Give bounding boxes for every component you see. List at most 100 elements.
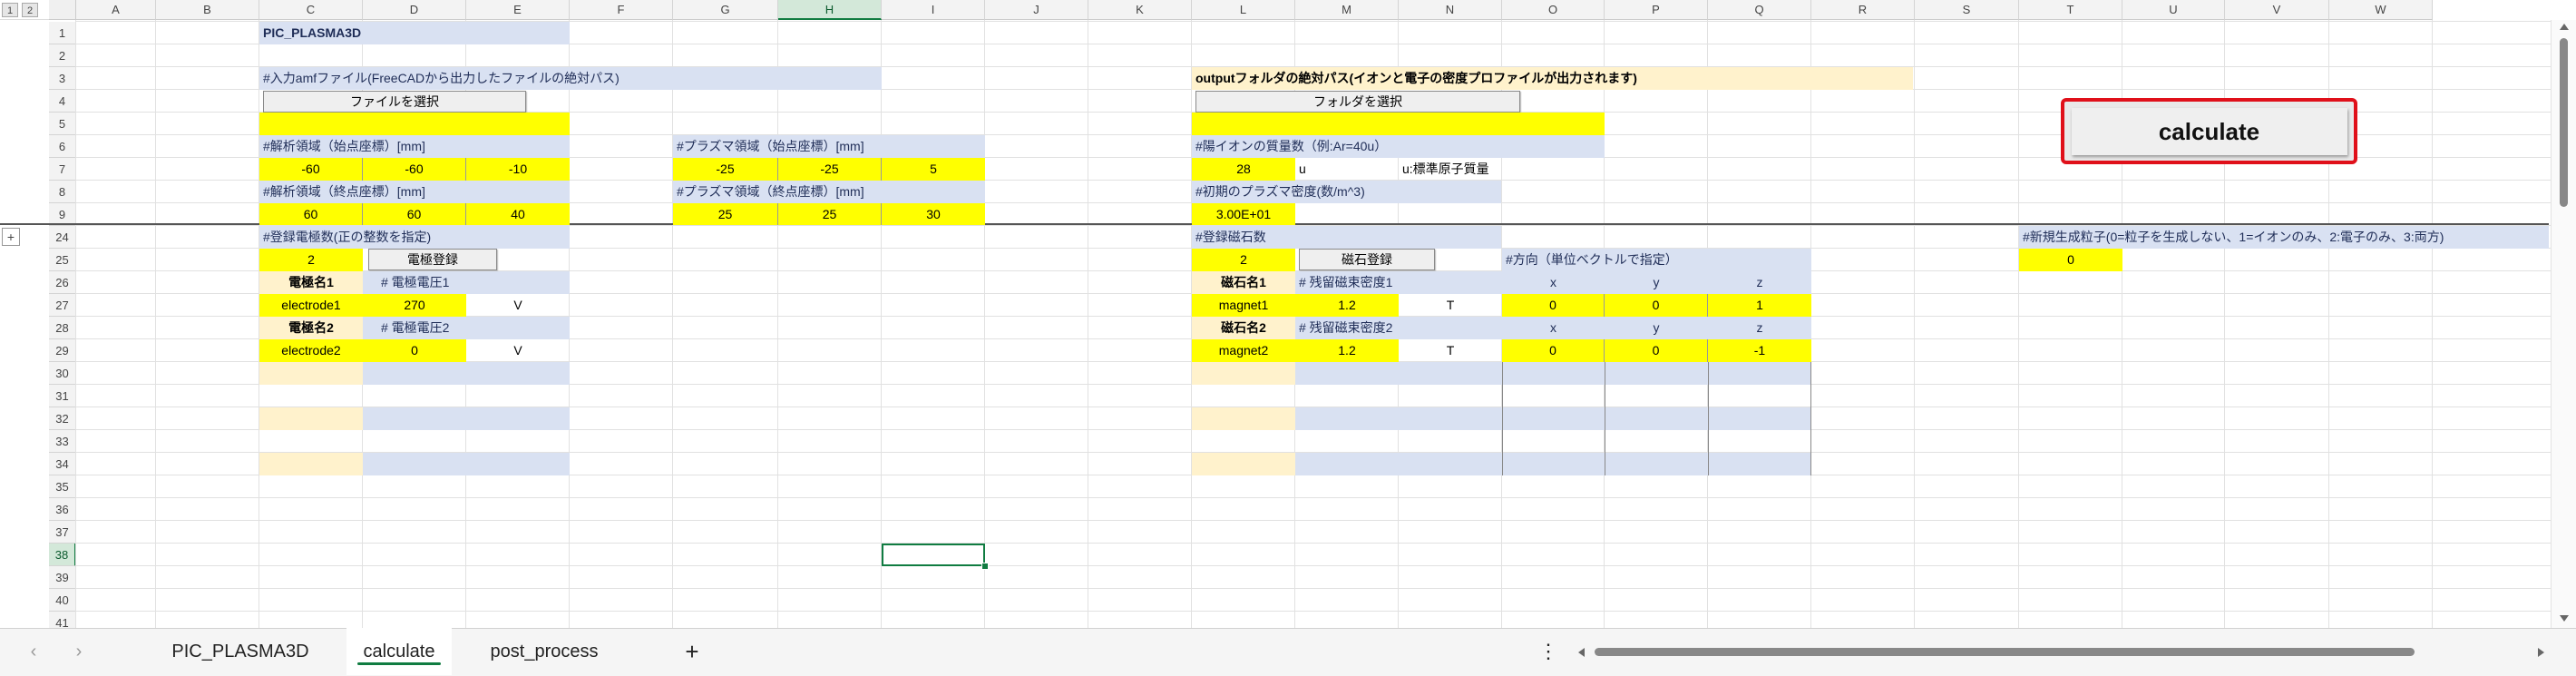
plasma-end-label[interactable]: #プラズマ領域（終点座標）[mm]: [673, 181, 985, 203]
add-sheet-button[interactable]: +: [677, 628, 707, 675]
select-file-button[interactable]: ファイルを選択: [263, 91, 526, 113]
electrode1-name-input[interactable]: electrode1: [259, 294, 363, 317]
magnet1-dir-x[interactable]: 0: [1502, 294, 1605, 317]
magnet2-name-label[interactable]: 磁石名2: [1192, 317, 1295, 339]
empty-direction-cell[interactable]: [1502, 407, 1605, 430]
magnet2-name-input[interactable]: magnet2: [1192, 339, 1295, 362]
column-header[interactable]: H: [778, 0, 882, 20]
row-header[interactable]: 33: [49, 430, 76, 453]
empty-electrode-name-label[interactable]: [259, 407, 363, 430]
sheet-title[interactable]: PIC_PLASMA3D: [259, 22, 570, 44]
magnet2-y-header[interactable]: y: [1605, 317, 1708, 339]
plasma-start-x[interactable]: -25: [673, 158, 778, 181]
analysis-end-y[interactable]: 60: [363, 203, 466, 225]
new-particle-label[interactable]: #新規生成粒子(0=粒子を生成しない、1=イオンのみ、2:電子のみ、3:両方): [2019, 226, 2549, 249]
empty-direction-cell[interactable]: [1502, 430, 1605, 453]
column-header[interactable]: T: [2019, 0, 2122, 20]
column-header[interactable]: R: [1811, 0, 1915, 20]
empty-electrode-name-label[interactable]: [259, 362, 363, 385]
column-header[interactable]: S: [1915, 0, 2019, 20]
plasma-end-z[interactable]: 30: [882, 203, 985, 225]
ion-mass-label[interactable]: #陽イオンの質量数（例:Ar=40u）: [1192, 135, 1605, 158]
column-header[interactable]: O: [1502, 0, 1605, 20]
column-header[interactable]: P: [1605, 0, 1708, 20]
plasma-end-y[interactable]: 25: [778, 203, 882, 225]
plasma-start-label[interactable]: #プラズマ領域（始点座標）[mm]: [673, 135, 985, 158]
magnet2-unit[interactable]: T: [1399, 339, 1502, 362]
select-folder-button[interactable]: フォルダを選択: [1195, 91, 1520, 113]
electrode-count-input[interactable]: 2: [259, 249, 363, 271]
row-header[interactable]: 28: [49, 317, 76, 339]
empty-magnet-name-label[interactable]: [1192, 407, 1295, 430]
column-header[interactable]: L: [1192, 0, 1295, 20]
empty-direction-cell[interactable]: [1502, 453, 1605, 475]
column-header[interactable]: W: [2329, 0, 2433, 20]
row-header[interactable]: 29: [49, 339, 76, 362]
next-sheet-icon[interactable]: ›: [65, 628, 93, 675]
empty-direction-cell[interactable]: [1605, 362, 1708, 385]
empty-electrode-name-label[interactable]: [259, 453, 363, 475]
magnet2-flux-input[interactable]: 1.2: [1295, 339, 1399, 362]
magnet1-unit[interactable]: T: [1399, 294, 1502, 317]
magnet2-dir-z[interactable]: -1: [1708, 339, 1811, 362]
row-header[interactable]: 38: [49, 544, 76, 566]
vertical-scrollbar[interactable]: [2551, 20, 2576, 628]
magnet1-name-input[interactable]: magnet1: [1192, 294, 1295, 317]
column-header[interactable]: A: [76, 0, 156, 20]
row-header[interactable]: 2: [49, 44, 76, 67]
empty-direction-cell[interactable]: [1708, 362, 1811, 385]
electrode2-name-input[interactable]: electrode2: [259, 339, 363, 362]
outline-level-2-button[interactable]: 2: [22, 3, 38, 17]
prev-sheet-icon[interactable]: ‹: [20, 628, 47, 675]
scroll-right-icon[interactable]: [2538, 648, 2544, 657]
electrode2-voltage-label[interactable]: # 電極電圧2: [363, 317, 570, 339]
amf-file-label[interactable]: #入力amfファイル(FreeCADから出力したファイルの絶対パス): [259, 67, 882, 90]
horizontal-scrollbar[interactable]: [1578, 642, 2549, 662]
horizontal-scroll-thumb[interactable]: [1595, 648, 2415, 656]
magnet2-x-header[interactable]: x: [1502, 317, 1605, 339]
empty-electrode-voltage-label[interactable]: [363, 407, 570, 430]
empty-direction-cell[interactable]: [1502, 385, 1605, 407]
row-header[interactable]: 36: [49, 498, 76, 521]
electrode1-name-label[interactable]: 電極名1: [259, 271, 363, 294]
row-header[interactable]: 24: [49, 226, 76, 249]
analysis-start-x[interactable]: -60: [259, 158, 363, 181]
magnet1-dir-z[interactable]: 1: [1708, 294, 1811, 317]
electrode2-name-label[interactable]: 電極名2: [259, 317, 363, 339]
magnet1-flux-label[interactable]: # 残留磁束密度1: [1295, 271, 1502, 294]
row-header[interactable]: 27: [49, 294, 76, 317]
row-header[interactable]: 25: [49, 249, 76, 271]
row-header[interactable]: 7: [49, 158, 76, 181]
magnet2-flux-label[interactable]: # 残留磁束密度2: [1295, 317, 1502, 339]
row-header[interactable]: 5: [49, 113, 76, 135]
fill-handle[interactable]: [981, 563, 989, 570]
empty-direction-cell[interactable]: [1605, 430, 1708, 453]
empty-direction-cell[interactable]: [1605, 453, 1708, 475]
selected-cell[interactable]: [882, 544, 985, 566]
expand-rows-button[interactable]: +: [2, 228, 20, 246]
column-header[interactable]: I: [882, 0, 985, 20]
select-all-corner[interactable]: [49, 0, 76, 20]
vertical-scroll-thumb[interactable]: [2560, 38, 2568, 207]
register-magnet-button[interactable]: 磁石登録: [1299, 249, 1435, 270]
column-header[interactable]: M: [1295, 0, 1399, 20]
tab-post-process[interactable]: post_process: [467, 628, 621, 675]
outline-level-1-button[interactable]: 1: [2, 3, 18, 17]
empty-direction-cell[interactable]: [1605, 407, 1708, 430]
magnet1-y-header[interactable]: y: [1605, 271, 1708, 294]
magnet1-z-header[interactable]: z: [1708, 271, 1811, 294]
analysis-start-z[interactable]: -10: [466, 158, 570, 181]
plasma-density-input[interactable]: 3.00E+01: [1192, 203, 1295, 225]
column-header[interactable]: Q: [1708, 0, 1811, 20]
register-electrode-button[interactable]: 電極登録: [368, 249, 497, 270]
row-header[interactable]: 37: [49, 521, 76, 544]
electrode1-voltage-label[interactable]: # 電極電圧1: [363, 271, 570, 294]
scroll-left-icon[interactable]: [1578, 648, 1585, 657]
more-options-icon[interactable]: ⋮: [1538, 628, 1558, 675]
magnet2-dir-y[interactable]: 0: [1605, 339, 1708, 362]
column-header[interactable]: B: [156, 0, 259, 20]
column-header[interactable]: K: [1088, 0, 1192, 20]
empty-electrode-voltage-label[interactable]: [363, 362, 570, 385]
row-header[interactable]: 1: [49, 22, 76, 44]
column-header[interactable]: U: [2122, 0, 2225, 20]
